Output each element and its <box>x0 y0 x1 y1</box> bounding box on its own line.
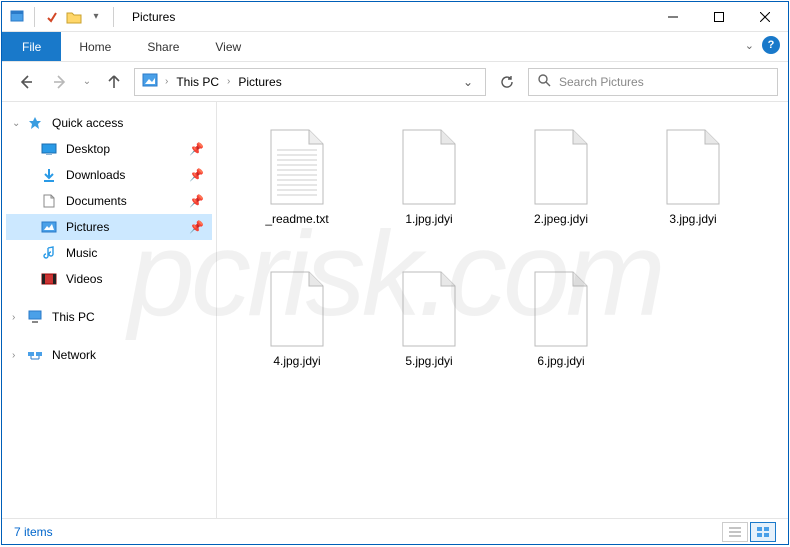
sidebar-label: Pictures <box>66 220 109 234</box>
breadcrumb-thispc[interactable]: This PC <box>174 75 221 89</box>
caret-right-icon[interactable]: › <box>12 312 15 323</box>
sidebar-item-pictures[interactable]: Pictures 📌 <box>6 214 212 240</box>
desktop-icon <box>40 141 58 157</box>
sidebar-label: Quick access <box>52 116 123 130</box>
sidebar-item-music[interactable]: Music <box>6 240 212 266</box>
qat-dropdown-icon[interactable]: ▾ <box>87 8 105 26</box>
file-name: 2.jpeg.jdyi <box>532 212 590 228</box>
videos-icon <box>40 271 58 287</box>
chevron-right-icon[interactable]: › <box>225 76 232 87</box>
file-name: 6.jpg.jdyi <box>535 354 586 370</box>
caret-down-icon[interactable]: ⌄ <box>12 118 20 129</box>
file-icon <box>262 264 332 354</box>
address-dropdown-icon[interactable]: ⌄ <box>457 75 479 89</box>
separator <box>113 7 114 27</box>
file-list[interactable]: _readme.txt 1.jpg.jdyi 2.jpeg.jdyi 3.jpg.jd… <box>217 102 788 518</box>
pictures-icon <box>141 73 159 90</box>
view-icons-button[interactable] <box>750 522 776 542</box>
refresh-button[interactable] <box>492 68 522 96</box>
status-bar: 7 items <box>2 518 788 544</box>
app-icon <box>8 8 26 26</box>
sidebar-label: Network <box>52 348 96 362</box>
sidebar-item-desktop[interactable]: Desktop 📌 <box>6 136 212 162</box>
file-item[interactable]: 2.jpeg.jdyi <box>501 118 621 248</box>
folder-qat-icon[interactable] <box>65 8 83 26</box>
sidebar-label: Music <box>66 246 97 260</box>
sidebar-label: Documents <box>66 194 127 208</box>
pc-icon <box>26 309 44 325</box>
titlebar: ▾ Pictures <box>2 2 788 32</box>
sidebar-label: Downloads <box>66 168 125 182</box>
search-icon <box>537 73 551 90</box>
properties-icon[interactable] <box>43 8 61 26</box>
music-icon <box>40 245 58 261</box>
breadcrumb[interactable]: › This PC › Pictures ⌄ <box>134 68 486 96</box>
recent-dropdown-icon[interactable]: ⌄ <box>80 68 94 96</box>
pin-icon: 📌 <box>189 142 204 156</box>
back-button[interactable] <box>12 68 40 96</box>
file-name: 5.jpg.jdyi <box>403 354 454 370</box>
sidebar: ⌄ Quick access Desktop 📌 Downloads 📌 <box>2 102 217 518</box>
status-count: 7 items <box>14 525 53 539</box>
explorer-window: ▾ Pictures File Home Share View ⌄ ? <box>1 1 789 545</box>
file-name: 3.jpg.jdyi <box>667 212 718 228</box>
pin-icon: 📌 <box>189 168 204 182</box>
search-input[interactable]: Search Pictures <box>528 68 778 96</box>
file-item[interactable]: 3.jpg.jdyi <box>633 118 753 248</box>
file-item[interactable]: 6.jpg.jdyi <box>501 260 621 390</box>
forward-button[interactable] <box>46 68 74 96</box>
pin-icon: 📌 <box>189 220 204 234</box>
file-icon <box>658 122 728 212</box>
caret-right-icon[interactable]: › <box>12 350 15 361</box>
help-button[interactable]: ? <box>762 36 780 54</box>
breadcrumb-pictures[interactable]: Pictures <box>236 75 283 89</box>
tab-file[interactable]: File <box>2 32 61 61</box>
file-item[interactable]: 1.jpg.jdyi <box>369 118 489 248</box>
star-icon <box>26 115 44 131</box>
sidebar-item-videos[interactable]: Videos <box>6 266 212 292</box>
file-item[interactable]: _readme.txt <box>237 118 357 248</box>
window-title: Pictures <box>124 10 183 24</box>
file-icon <box>394 122 464 212</box>
sidebar-label: This PC <box>52 310 95 324</box>
sidebar-label: Videos <box>66 272 102 286</box>
search-placeholder: Search Pictures <box>559 75 644 89</box>
minimize-button[interactable] <box>650 2 696 32</box>
pictures-icon <box>40 219 58 235</box>
file-name: 4.jpg.jdyi <box>271 354 322 370</box>
documents-icon <box>40 193 58 209</box>
file-icon <box>526 122 596 212</box>
tab-view[interactable]: View <box>197 32 259 61</box>
file-name: 1.jpg.jdyi <box>403 212 454 228</box>
close-button[interactable] <box>742 2 788 32</box>
file-icon <box>262 122 332 212</box>
separator <box>34 7 35 27</box>
file-icon <box>394 264 464 354</box>
downloads-icon <box>40 167 58 183</box>
file-item[interactable]: 4.jpg.jdyi <box>237 260 357 390</box>
chevron-right-icon[interactable]: › <box>163 76 170 87</box>
network-icon <box>26 347 44 363</box>
sidebar-item-downloads[interactable]: Downloads 📌 <box>6 162 212 188</box>
tab-share[interactable]: Share <box>129 32 197 61</box>
view-details-button[interactable] <box>722 522 748 542</box>
navigation-bar: ⌄ › This PC › Pictures ⌄ Search Pictures <box>2 62 788 102</box>
sidebar-item-documents[interactable]: Documents 📌 <box>6 188 212 214</box>
file-name: _readme.txt <box>263 212 330 228</box>
sidebar-network[interactable]: › Network <box>6 342 212 368</box>
maximize-button[interactable] <box>696 2 742 32</box>
tab-home[interactable]: Home <box>61 32 129 61</box>
ribbon-tabs: File Home Share View ⌄ ? <box>2 32 788 62</box>
sidebar-label: Desktop <box>66 142 110 156</box>
sidebar-this-pc[interactable]: › This PC <box>6 304 212 330</box>
file-item[interactable]: 5.jpg.jdyi <box>369 260 489 390</box>
expand-ribbon-icon[interactable]: ⌄ <box>745 39 754 52</box>
pin-icon: 📌 <box>189 194 204 208</box>
sidebar-quick-access[interactable]: ⌄ Quick access <box>6 110 212 136</box>
up-button[interactable] <box>100 68 128 96</box>
file-icon <box>526 264 596 354</box>
